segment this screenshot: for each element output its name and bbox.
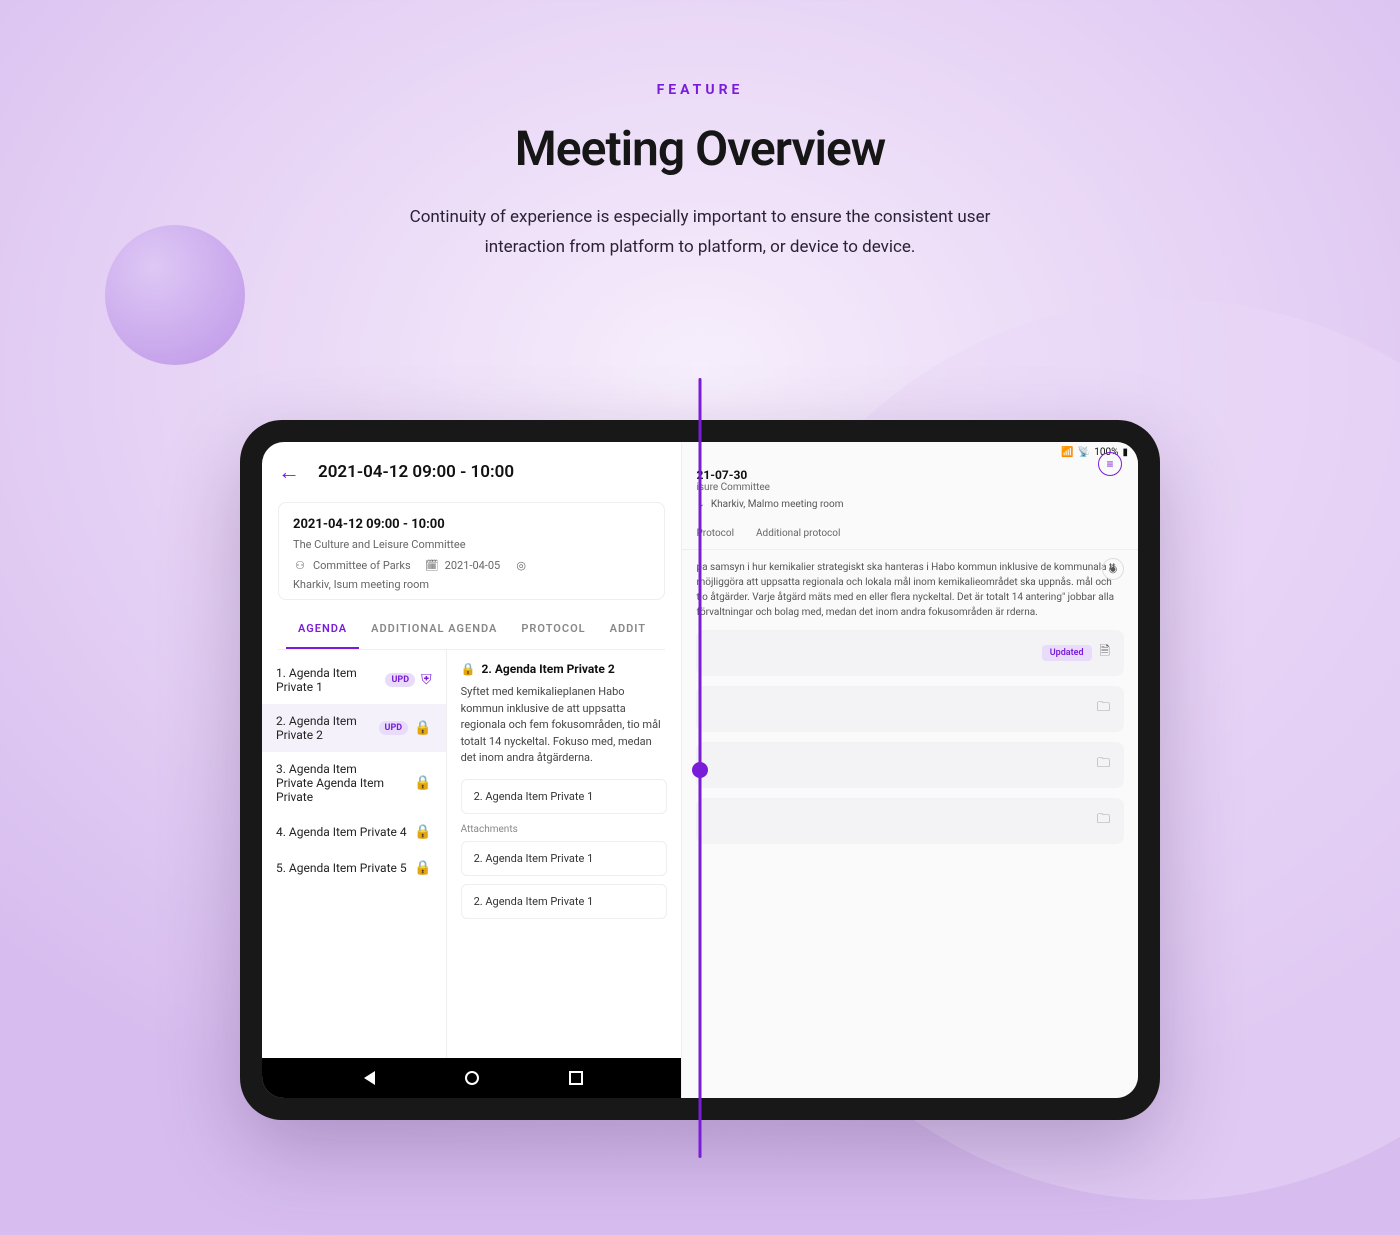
folder-icon: 🗀 [1097,754,1110,776]
compare-handle-icon[interactable] [692,762,708,778]
tab-protocol[interactable]: PROTOCOL [509,608,597,649]
android-navbar [262,1058,681,1098]
list-item[interactable]: 2. Agenda Item Private 2 UPD 🔒 [262,704,446,752]
meeting-meta-card: 2021-04-12 09:00 - 10:00 The Culture and… [278,502,665,600]
folder-icon: 🗀 [1097,810,1110,832]
item-label: 2. Agenda Item Private 2 [276,714,373,742]
ios-tabs: Protocol Additional protocol [682,520,1138,550]
header-action-icon[interactable]: ≡ [1098,452,1122,476]
ios-pane: 📶 📡 100% ▮ ≡ 21-07-30 isure Committee ⇣ … [682,442,1138,1098]
ios-subtitle: isure Committee [696,482,1124,493]
item-label: 1. Agenda Item Private 1 [276,666,379,694]
list-item[interactable]: 1. Agenda Item Private 1 UPD ⛨ [262,656,446,704]
ios-date: 21-07-30 [696,468,1124,482]
meeting-org: Committee of Parks [313,559,411,572]
signal-icon: 📶 [1061,447,1073,458]
tab-protocol[interactable]: Protocol [696,528,734,539]
agenda-list: 1. Agenda Item Private 1 UPD ⛨ 2. Agenda… [262,650,447,1058]
meeting-date: 2021-04-05 [445,559,501,572]
left-split: 1. Agenda Item Private 1 UPD ⛨ 2. Agenda… [262,650,681,1058]
item-label: 5. Agenda Item Private 5 [276,861,407,875]
wifi-icon: 📡 [1078,447,1090,458]
meeting-location: Kharkiv, Isum meeting room [293,578,429,591]
nav-home-icon[interactable] [465,1071,479,1085]
eyebrow: FEATURE [0,82,1400,98]
badge-upd: UPD [385,673,415,687]
ios-body: ◉ pa samsyn i hur kemikalier strategiskt… [682,550,1138,1098]
page-title: Meeting Overview [0,120,1400,177]
shield-icon: ⛨ [421,672,432,688]
ios-description: ◉ pa samsyn i hur kemikalier strategiskt… [696,560,1124,630]
item-label: 4. Agenda Item Private 4 [276,825,407,839]
item-label: 3. Agenda Item Private Agenda Item Priva… [276,762,396,804]
ios-row[interactable]: 🗀 [696,798,1124,844]
ios-row[interactable]: 🗀 [696,686,1124,732]
tab-additional[interactable]: ADDIT [598,608,658,649]
badge-upd: UPD [379,721,409,735]
detail-title-row: 🔒 2. Agenda Item Private 2 [461,662,668,676]
tab-additional-agenda[interactable]: ADDITIONAL AGENDA [359,608,509,649]
hero: FEATURE Meeting Overview Continuity of e… [0,0,1400,263]
folder-icon: 🗀 [1097,698,1110,720]
android-pane: ← 2021-04-12 09:00 - 10:00 2021-04-12 09… [262,442,682,1098]
ios-status-bar: 📶 📡 100% ▮ [682,442,1138,462]
ios-row[interactable]: Updated 🗎 [696,630,1124,676]
meeting-meta-row: ⚇ Committee of Parks 🗓 2021-04-05 ◎ Khar… [293,559,650,591]
list-item[interactable]: 3. Agenda Item Private Agenda Item Priva… [262,752,446,814]
doc-icon: 🗎 [1100,642,1110,664]
nav-back-icon[interactable] [361,1071,375,1085]
ios-location: Kharkiv, Malmo meeting room [711,499,844,510]
location-icon: ◎ [514,559,528,572]
tab-agenda[interactable]: AGENDA [286,608,359,649]
lock-icon: 🔒 [414,720,431,736]
nav-recent-icon[interactable] [569,1071,583,1085]
people-icon: ⚇ [293,559,307,572]
lock-icon: 🔒 [461,662,476,676]
lock-icon: 🔒 [414,860,431,876]
ios-location-row: ⇣ Kharkiv, Malmo meeting room [696,499,1124,510]
ios-row[interactable]: 🗀 [696,742,1124,788]
android-topbar: ← 2021-04-12 09:00 - 10:00 [262,442,681,502]
list-item[interactable]: 4. Agenda Item Private 4 🔒 [262,814,446,850]
badge-updated: Updated [1042,645,1092,661]
back-arrow-icon[interactable]: ← [278,459,300,485]
page-subtitle: Continuity of experience is especially i… [380,203,1020,263]
agenda-detail: 🔒 2. Agenda Item Private 2 Syftet med ke… [447,650,682,1058]
attachment-item[interactable]: 2. Agenda Item Private 1 [461,841,668,876]
lock-icon: 🔒 [414,775,431,791]
topbar-title: 2021-04-12 09:00 - 10:00 [318,462,514,482]
detail-subcard[interactable]: 2. Agenda Item Private 1 [461,779,668,814]
tab-additional-protocol[interactable]: Additional protocol [756,528,840,539]
detail-title: 2. Agenda Item Private 2 [482,662,615,676]
calendar-icon: 🗓 [425,559,439,572]
detail-body: Syftet med kemikalieplanen Habo kommun i… [461,684,668,767]
attachments-label: Attachments [461,824,668,835]
lock-icon: 🔒 [414,824,431,840]
list-item[interactable]: 5. Agenda Item Private 5 🔒 [262,850,446,886]
eye-icon[interactable]: ◉ [1102,558,1124,580]
ios-description-text: pa samsyn i hur kemikalier strategiskt s… [696,562,1115,618]
left-tabs: AGENDA ADDITIONAL AGENDA PROTOCOL ADDIT [278,608,665,650]
meeting-meta-title: 2021-04-12 09:00 - 10:00 [293,517,650,532]
attachment-item[interactable]: 2. Agenda Item Private 1 [461,884,668,919]
meeting-meta-subtitle: The Culture and Leisure Committee [293,538,650,551]
battery-icon: ▮ [1122,447,1128,458]
ios-header: 21-07-30 isure Committee ⇣ Kharkiv, Malm… [682,462,1138,520]
